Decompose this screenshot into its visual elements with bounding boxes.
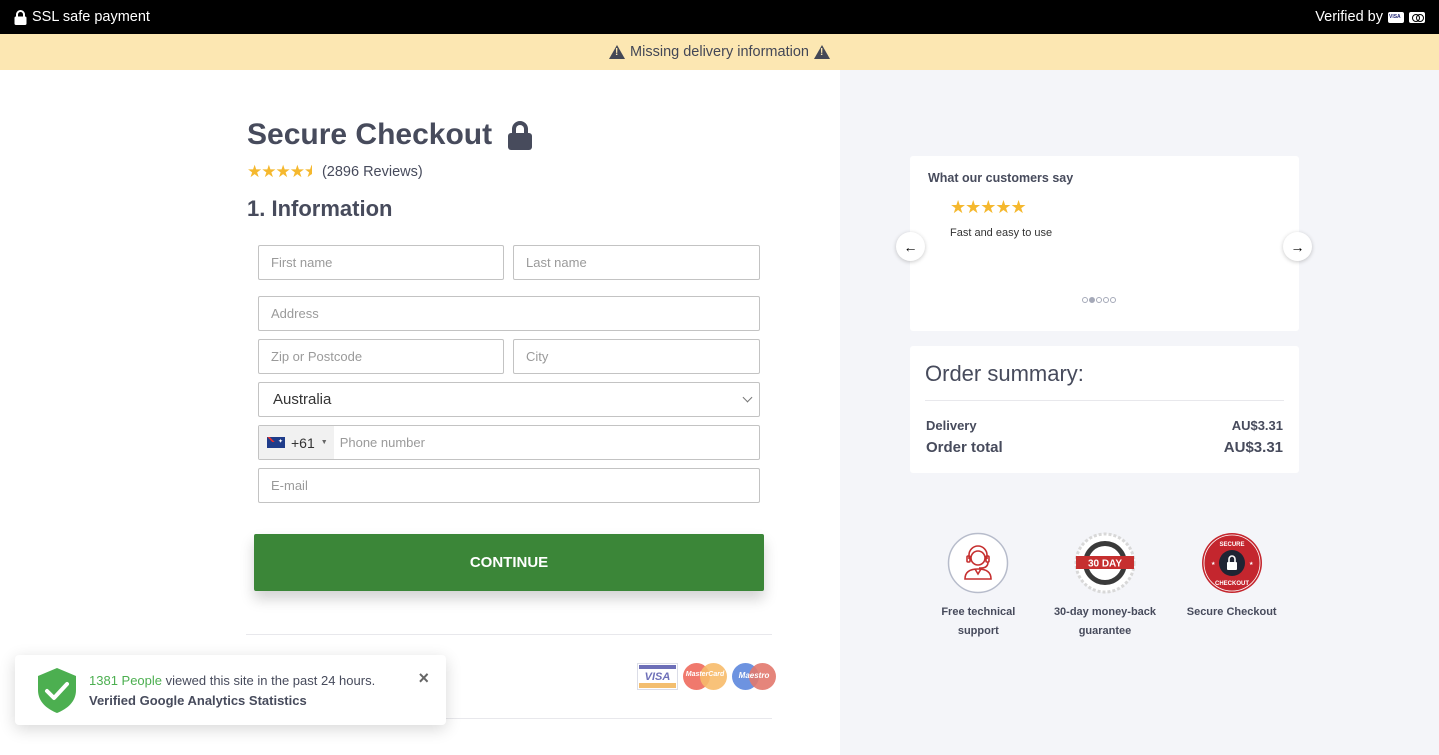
- trust-badges: Free technical support 30 DAY 30-day mon…: [915, 532, 1295, 641]
- testimonial-title: What our customers say: [928, 171, 1074, 185]
- carousel-prev-button[interactable]: ←: [896, 232, 925, 261]
- address-input[interactable]: [271, 297, 759, 330]
- testimonial-stars-icon: ★★★★★: [950, 197, 1027, 217]
- testimonial-quote: Fast and easy to use: [950, 227, 1053, 239]
- divider: [925, 400, 1284, 401]
- missing-info-alert: Missing delivery information: [0, 34, 1439, 70]
- badge-money-back: 30 DAY 30-day money-back guarantee: [1042, 532, 1169, 641]
- chevron-down-icon: [742, 392, 753, 403]
- australia-flag-icon: [267, 437, 285, 448]
- country-select[interactable]: Australia: [258, 382, 760, 417]
- rating: ★★★★★ (2896 Reviews): [247, 162, 423, 182]
- city-field[interactable]: [513, 339, 760, 374]
- testimonial-carousel: What our customers say ★★★★★ Fast and ea…: [910, 156, 1299, 331]
- lock-icon: [508, 121, 533, 150]
- summary-label: Order total: [926, 439, 1003, 456]
- summary-label: Delivery: [926, 418, 977, 433]
- carousel-dot[interactable]: [1096, 297, 1102, 303]
- close-icon[interactable]: ×: [418, 668, 429, 689]
- mastercard-icon: [1409, 11, 1425, 23]
- shield-check-icon: [38, 668, 76, 713]
- svg-text:★: ★: [1249, 561, 1254, 567]
- seal-bottom-text: CHECKOUT: [1215, 581, 1249, 587]
- svg-text:★: ★: [1211, 561, 1216, 567]
- arrow-left-icon: ←: [903, 238, 918, 255]
- visa-icon: [1388, 11, 1404, 23]
- phone-country-picker[interactable]: +61 ▼: [259, 426, 334, 459]
- badge-label: 30-day money-back guarantee: [1053, 606, 1157, 637]
- visa-card-icon: VISA: [637, 663, 678, 690]
- seal-text: 30 DAY: [1088, 559, 1122, 570]
- first-name-input[interactable]: [271, 246, 503, 279]
- reviews-count: (2896 Reviews): [321, 164, 423, 180]
- continue-button[interactable]: CONTINUE: [254, 534, 764, 591]
- toast-text: viewed this site in the past 24 hours.: [162, 673, 376, 688]
- lock-icon: [14, 9, 27, 25]
- carousel-dots: [1082, 297, 1116, 303]
- section-title: 1. Information: [247, 196, 393, 221]
- carousel-dot[interactable]: [1082, 297, 1088, 303]
- ssl-label: SSL safe payment: [32, 9, 150, 25]
- verified-label: Verified by: [1315, 9, 1383, 25]
- top-bar: SSL safe payment Verified by: [0, 0, 1439, 34]
- page-title: Secure Checkout: [247, 118, 533, 152]
- carousel-dot[interactable]: [1103, 297, 1109, 303]
- address-field[interactable]: [258, 296, 760, 331]
- warning-icon: [609, 45, 626, 59]
- badge-label: Secure Checkout: [1186, 606, 1277, 618]
- warning-icon: [813, 45, 830, 59]
- email-input[interactable]: [271, 469, 759, 502]
- carousel-dot[interactable]: [1089, 297, 1095, 303]
- maestro-icon: Maestro: [732, 663, 776, 690]
- maestro-label: Maestro: [738, 671, 770, 680]
- viewer-count: 1381 People: [89, 673, 163, 688]
- order-summary-title: Order summary:: [925, 361, 1084, 386]
- badge-secure-checkout: SECURE CHECKOUT ★ ★ Secure Checkout: [1168, 532, 1295, 641]
- summary-value: AU$3.31: [1223, 439, 1283, 456]
- page-title-text: Secure Checkout: [247, 118, 493, 151]
- caret-down-icon: ▼: [320, 439, 328, 446]
- toast-message: 1381 People viewed this site in the past…: [89, 673, 375, 688]
- mastercard-icon: MasterCard: [683, 663, 727, 690]
- last-name-field[interactable]: [513, 245, 760, 280]
- verified-by: Verified by: [1315, 9, 1425, 25]
- zip-input[interactable]: [271, 340, 503, 373]
- country-selected: Australia: [273, 391, 332, 408]
- money-back-seal-icon: 30 DAY: [1074, 532, 1136, 594]
- badge-support: Free technical support: [915, 532, 1042, 641]
- arrow-right-icon: →: [1290, 238, 1305, 255]
- mastercard-label: MasterCard: [685, 671, 725, 678]
- summary-value: AU$3.31: [1231, 418, 1283, 433]
- first-name-field[interactable]: [258, 245, 504, 280]
- seal-top-text: SECURE: [1219, 542, 1244, 548]
- divider: [246, 634, 772, 635]
- rating-stars-icon: ★★★★★: [247, 162, 312, 181]
- toast-subtitle: Verified Google Analytics Statistics: [89, 693, 307, 708]
- badge-label: Free technical support: [941, 606, 1016, 637]
- carousel-dot[interactable]: [1110, 297, 1116, 303]
- phone-field[interactable]: +61 ▼: [258, 425, 760, 460]
- last-name-input[interactable]: [526, 246, 759, 279]
- summary-row-delivery: Delivery AU$3.31: [926, 418, 1283, 433]
- email-field[interactable]: [258, 468, 760, 503]
- payment-methods: VISA MasterCard Maestro: [637, 663, 776, 690]
- zip-field[interactable]: [258, 339, 504, 374]
- ssl-indicator: SSL safe payment: [14, 9, 150, 25]
- city-input[interactable]: [526, 340, 759, 373]
- carousel-next-button[interactable]: →: [1283, 232, 1312, 261]
- support-agent-icon: [948, 532, 1009, 594]
- visa-label: VISA: [644, 670, 671, 683]
- country-code: +61: [291, 434, 315, 451]
- secure-checkout-seal-icon: SECURE CHECKOUT ★ ★: [1201, 533, 1262, 593]
- phone-input[interactable]: [333, 426, 759, 459]
- alert-message: Missing delivery information: [630, 44, 809, 60]
- order-summary: Order summary: Delivery AU$3.31 Order to…: [910, 346, 1299, 473]
- summary-row-total: Order total AU$3.31: [926, 439, 1283, 456]
- social-proof-toast: 1381 People viewed this site in the past…: [15, 655, 446, 725]
